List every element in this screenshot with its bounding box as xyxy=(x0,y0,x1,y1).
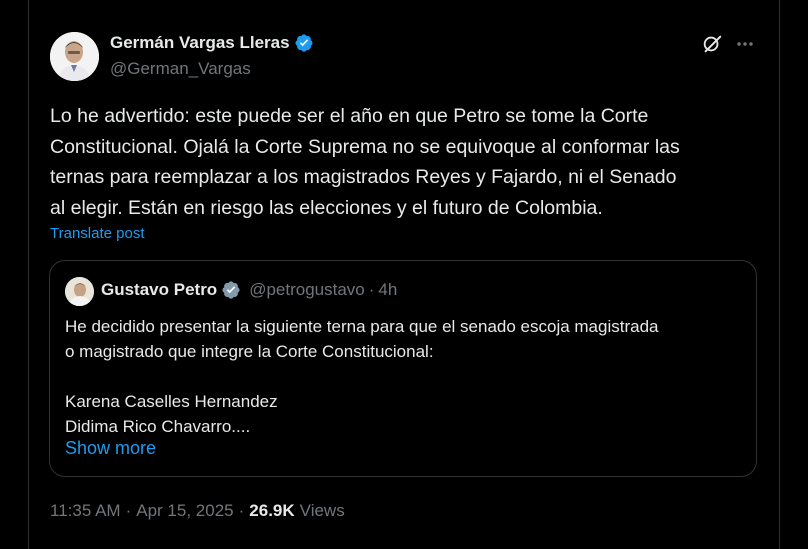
translate-post-link[interactable]: Translate post xyxy=(50,225,145,242)
quote-text: He decidido presentar la siguiente terna… xyxy=(65,317,659,436)
views-count: 26.9K xyxy=(249,501,295,520)
author-name[interactable]: Germán Vargas Lleras xyxy=(110,33,290,53)
verified-badge-icon[interactable] xyxy=(221,280,241,300)
quote-timestamp[interactable]: 4h xyxy=(378,280,397,300)
author-handle[interactable]: @German_Vargas xyxy=(110,59,251,79)
quote-author-avatar[interactable] xyxy=(65,277,94,306)
post-date[interactable]: Apr 15, 2025 xyxy=(136,501,233,521)
meta-separator: · xyxy=(238,501,245,520)
show-more-link[interactable]: Show more xyxy=(65,438,156,459)
author-avatar[interactable] xyxy=(50,32,99,81)
more-icon[interactable] xyxy=(735,34,755,54)
views-label: Views xyxy=(299,501,345,520)
grok-icon[interactable] xyxy=(701,33,723,55)
column-border-right xyxy=(779,0,780,549)
quote-author-handle[interactable]: @petrogustavo xyxy=(249,280,365,300)
post-meta: 11:35 AM · Apr 15, 2025 · 26.9K Views xyxy=(50,501,345,521)
post-view: Germán Vargas Lleras @German_Vargas Lo h… xyxy=(0,0,808,549)
verified-badge-icon[interactable] xyxy=(294,33,314,53)
column-border-left xyxy=(28,0,29,549)
post-text: Lo he advertido: este puede ser el año e… xyxy=(50,105,680,219)
quote-header: Gustavo Petro @petrogustavo · 4h xyxy=(101,280,397,300)
quoted-post[interactable]: Gustavo Petro @petrogustavo · 4h He deci… xyxy=(49,260,757,477)
quote-separator: · xyxy=(368,280,375,299)
post-time[interactable]: 11:35 AM xyxy=(50,501,121,521)
quote-author-name[interactable]: Gustavo Petro xyxy=(101,280,217,300)
meta-separator: · xyxy=(125,501,132,520)
author-name-row: Germán Vargas Lleras xyxy=(110,33,314,53)
